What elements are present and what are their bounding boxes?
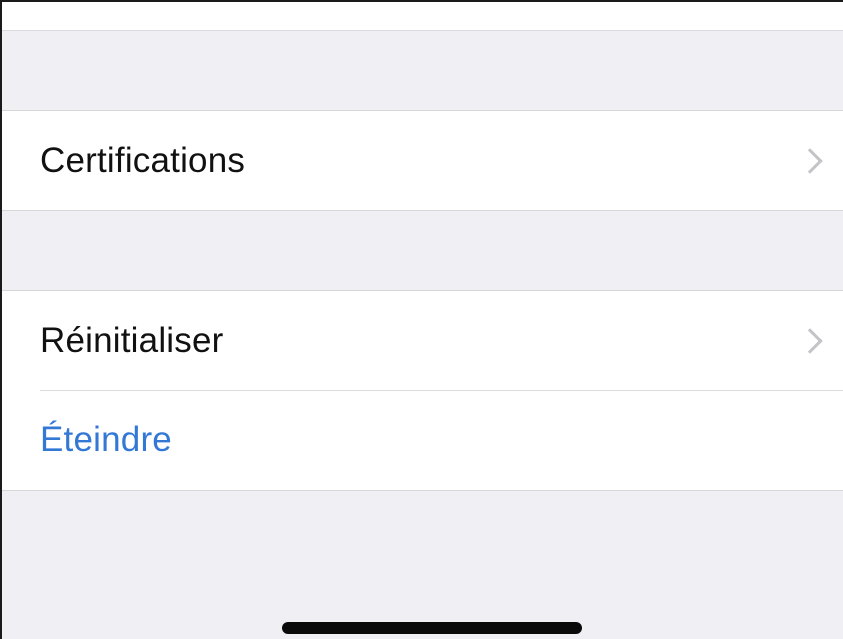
certifications-row[interactable]: Certifications bbox=[2, 111, 843, 210]
shut-down-label: Éteindre bbox=[40, 420, 172, 459]
chevron-right-icon bbox=[797, 327, 823, 354]
home-indicator[interactable] bbox=[282, 622, 582, 634]
shut-down-row[interactable]: Éteindre bbox=[2, 390, 843, 490]
chevron-right-icon bbox=[797, 147, 823, 174]
settings-group-reset: Réinitialiser Éteindre bbox=[2, 290, 843, 491]
settings-screen: Certifications Réinitialiser Éteindre bbox=[0, 0, 843, 639]
certifications-label: Certifications bbox=[40, 140, 246, 180]
settings-group-certifications: Certifications bbox=[2, 110, 843, 211]
reset-row[interactable]: Réinitialiser bbox=[2, 291, 843, 390]
previous-section-edge bbox=[2, 2, 843, 31]
reset-label: Réinitialiser bbox=[40, 320, 224, 360]
